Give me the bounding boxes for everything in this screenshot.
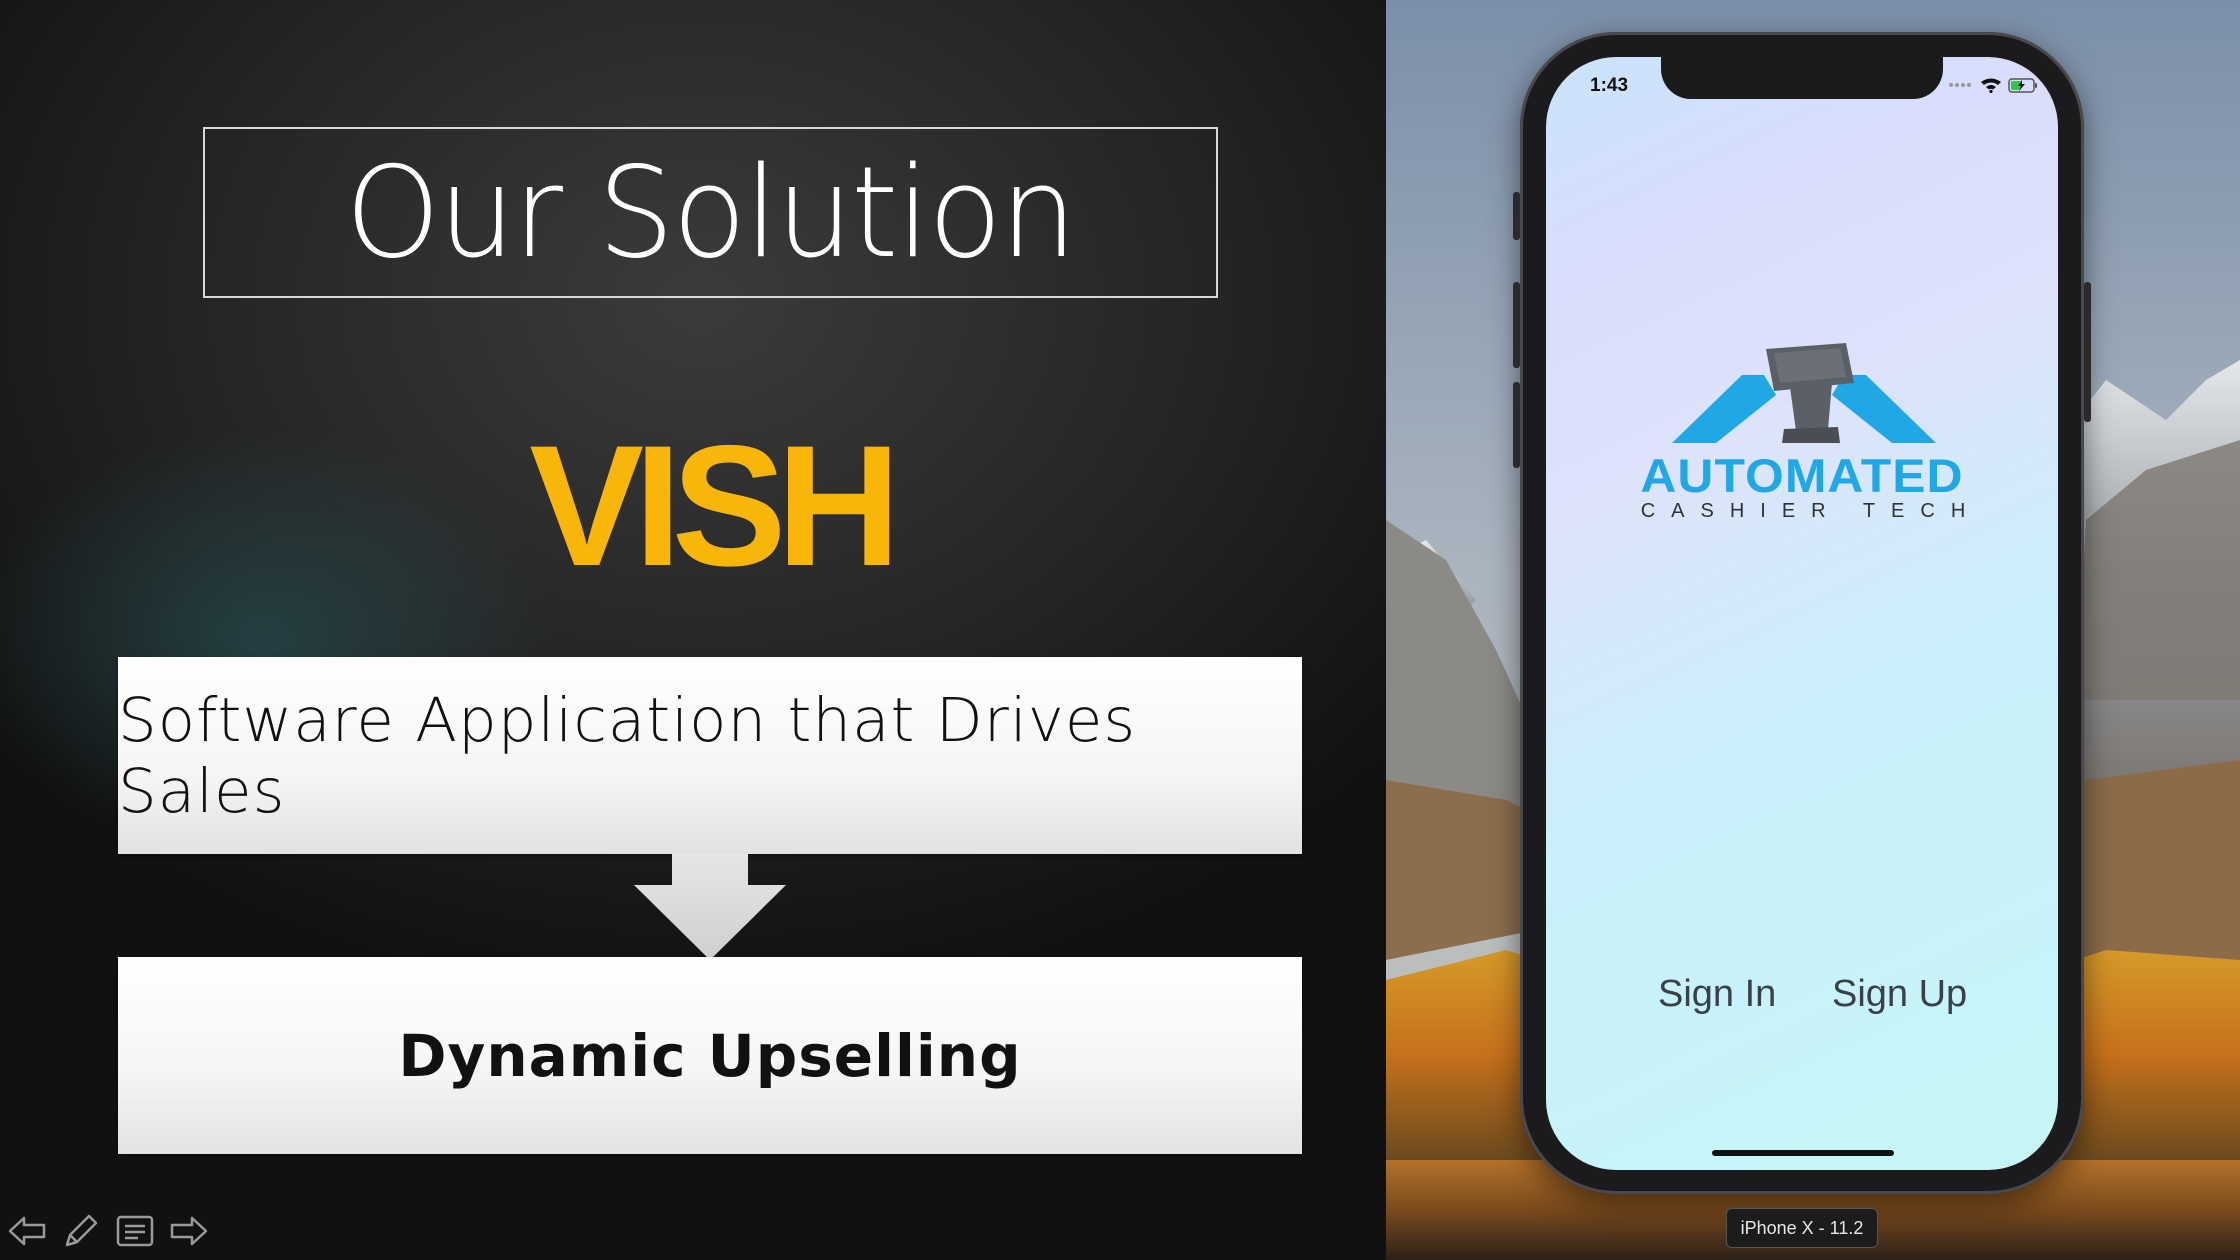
- previous-slide-icon[interactable]: [6, 1210, 48, 1252]
- simulator-device-label: iPhone X - 11.2: [1726, 1208, 1878, 1248]
- pen-icon[interactable]: [60, 1210, 102, 1252]
- outcome-box: Dynamic Upselling: [118, 957, 1302, 1154]
- status-time: 1:43: [1590, 75, 1629, 96]
- sign-up-button[interactable]: Sign Up: [1832, 973, 1967, 1016]
- iphone-screen: 1:43 AUTOMATED CASHIER TECH Sign In Sign…: [1546, 57, 2058, 1170]
- battery-charging-icon: [2008, 77, 2037, 93]
- slide-title: Our Solution: [345, 138, 1078, 286]
- logo-subtitle: CASHIER TECH: [1640, 500, 1982, 522]
- mute-switch: [1513, 192, 1520, 240]
- home-indicator[interactable]: [1712, 1150, 1894, 1156]
- feature-box: Software Application that Drives Sales: [118, 657, 1302, 854]
- notch: [1661, 57, 1943, 99]
- logo-wordmark: AUTOMATED: [1640, 449, 1964, 502]
- title-frame: Our Solution: [203, 127, 1218, 298]
- slide-controls: [6, 1210, 210, 1252]
- feature-box-text: Software Application that Drives Sales: [118, 684, 1137, 827]
- next-slide-icon[interactable]: [168, 1210, 210, 1252]
- down-arrow-icon: [634, 854, 786, 960]
- power-button: [2084, 282, 2091, 422]
- outcome-box-text: Dynamic Upselling: [398, 1021, 1022, 1090]
- status-icons: [1948, 77, 2038, 93]
- sign-in-button[interactable]: Sign In: [1658, 973, 1776, 1016]
- volume-up-button: [1513, 282, 1520, 368]
- wifi-icon: [1981, 78, 2001, 93]
- notes-icon[interactable]: [114, 1210, 156, 1252]
- presentation-slide: Our Solution VISH Software Application t…: [0, 0, 1386, 1260]
- signal-dots-icon: [1949, 83, 1971, 87]
- product-name: VISH: [529, 410, 900, 602]
- volume-down-button: [1513, 382, 1520, 468]
